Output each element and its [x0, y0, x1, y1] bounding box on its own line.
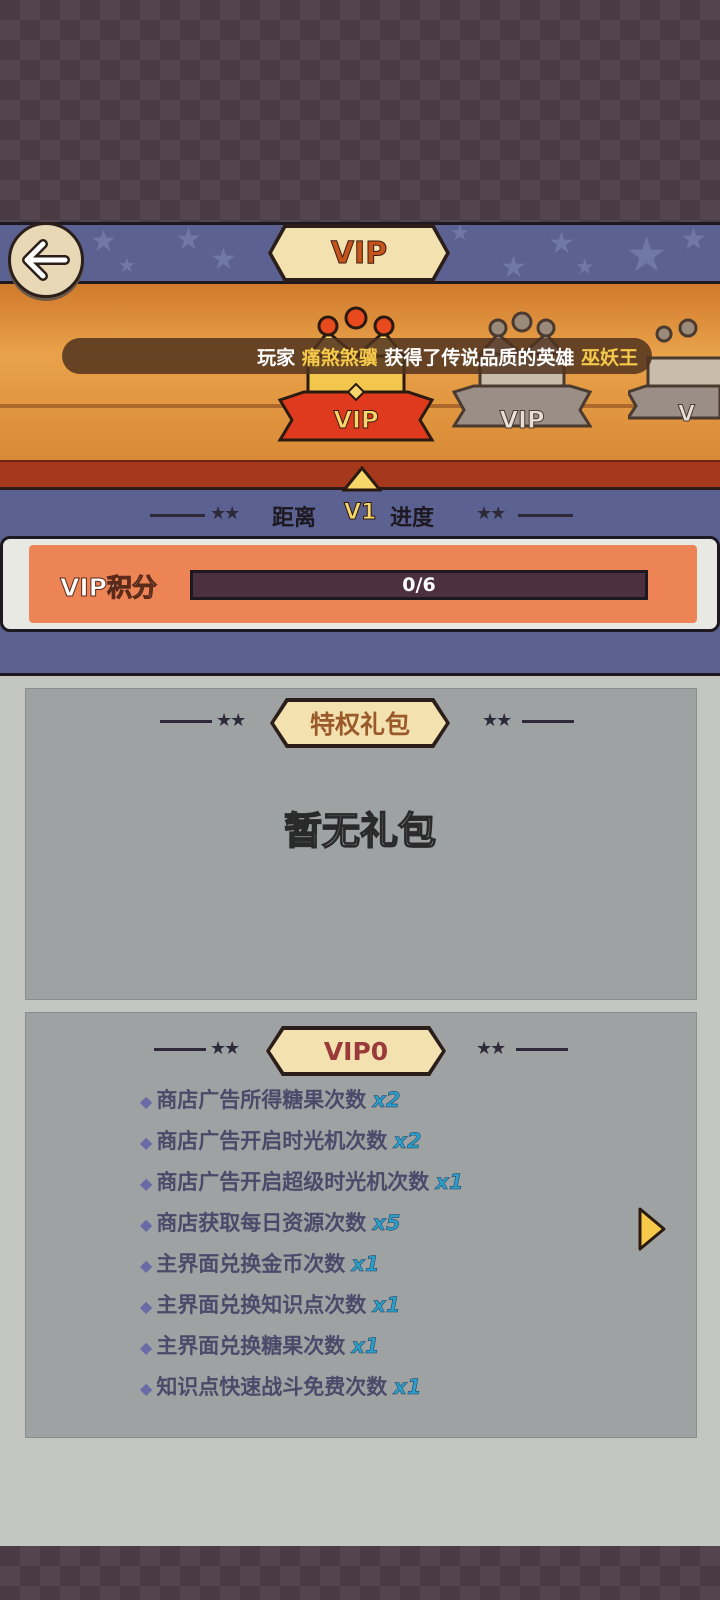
star-decoration: ★: [118, 253, 136, 277]
vip-points-value: 0/6: [402, 574, 436, 596]
star-decoration: ★: [625, 227, 669, 283]
perks-title: VIP0: [270, 1030, 442, 1072]
perk-multiplier: x1: [393, 1375, 422, 1400]
star-decoration: ★: [575, 255, 595, 280]
divider: [516, 1048, 568, 1051]
diamond-icon: ◆: [140, 1297, 153, 1316]
perk-text: 商店广告开启时光机次数: [156, 1129, 388, 1153]
perk-multiplier: x1: [372, 1293, 401, 1318]
star-decoration: ★★: [210, 503, 240, 524]
star-decoration: ★★: [476, 1038, 506, 1059]
perk-item: ◆ 主界面兑换糖果次数 x1: [140, 1330, 380, 1360]
star-decoration: ★: [210, 242, 237, 277]
perk-multiplier: x2: [393, 1129, 422, 1154]
diamond-icon: ◆: [140, 1338, 153, 1357]
perk-text: 主界面兑换糖果次数: [156, 1334, 346, 1358]
gift-title: 特权礼包: [274, 702, 446, 744]
divider: [150, 514, 205, 517]
diamond-icon: ◆: [140, 1256, 153, 1275]
perk-text: 商店广告所得糖果次数: [156, 1088, 367, 1112]
star-decoration: ★★: [216, 710, 246, 731]
perk-item: ◆ 商店获取每日资源次数 x5: [140, 1207, 401, 1237]
top-background: [0, 0, 720, 222]
perk-multiplier: x5: [372, 1211, 401, 1236]
notice-middle: 获得了传说品质的英雄: [384, 346, 575, 369]
perk-item: ◆ 主界面兑换金币次数 x1: [140, 1248, 380, 1278]
progress-heading-left: 距离: [272, 506, 317, 531]
diamond-icon: ◆: [140, 1174, 153, 1193]
vip-points-label: VIP积分: [60, 573, 158, 603]
perks-title-ribbon: VIP0: [266, 1026, 446, 1076]
perk-text: 商店获取每日资源次数: [156, 1211, 367, 1235]
notice-prefix: 玩家: [257, 346, 296, 369]
perk-text: 知识点快速战斗免费次数: [156, 1375, 388, 1399]
broadcast-notice: 玩家 痛煞煞骥 获得了传说品质的英雄 巫妖王: [62, 338, 652, 374]
diamond-icon: ◆: [140, 1215, 153, 1234]
star-decoration: ★: [500, 250, 527, 284]
page-title: VIP: [272, 228, 446, 278]
star-decoration: ★★: [210, 1038, 240, 1059]
perk-multiplier: x1: [435, 1170, 464, 1195]
title-ribbon: VIP: [268, 224, 450, 282]
perk-item: ◆ 知识点快速战斗免费次数 x1: [140, 1371, 422, 1401]
perk-multiplier: x1: [351, 1252, 380, 1277]
crown-label: VIP: [499, 406, 545, 435]
perk-text: 主界面兑换知识点次数: [156, 1293, 367, 1317]
perk-multiplier: x2: [372, 1088, 401, 1113]
chevron-right-icon: [638, 1207, 666, 1251]
perk-item: ◆ 主界面兑换知识点次数 x1: [140, 1289, 401, 1319]
crown-label: V: [678, 402, 696, 428]
progress-heading-right: 进度: [390, 506, 435, 531]
star-decoration: ★: [680, 222, 707, 257]
star-decoration: ★: [450, 222, 470, 246]
perk-item: ◆ 商店广告开启超级时光机次数 x1: [140, 1166, 464, 1196]
divider: [518, 514, 573, 517]
back-button[interactable]: [8, 222, 84, 298]
gift-empty-text: 暂无礼包: [283, 808, 437, 854]
perk-item: ◆ 商店广告开启时光机次数 x2: [140, 1125, 422, 1155]
star-decoration: ★: [175, 222, 202, 257]
perk-text: 主界面兑换金币次数: [156, 1252, 346, 1276]
perk-multiplier: x1: [351, 1334, 380, 1359]
perk-item: ◆ 商店广告所得糖果次数 x2: [140, 1084, 401, 1114]
star-decoration: ★★: [476, 503, 506, 524]
selector-arrow-icon: [342, 466, 382, 492]
gift-title-ribbon: 特权礼包: [270, 698, 450, 748]
next-level-button[interactable]: [636, 1206, 668, 1252]
vip-points-progress-bar: 0/6: [190, 570, 648, 600]
divider: [522, 720, 574, 723]
diamond-icon: ◆: [140, 1092, 153, 1111]
diamond-icon: ◆: [140, 1379, 153, 1398]
star-decoration: ★: [548, 226, 575, 261]
progress-level: V1: [343, 500, 377, 526]
star-decoration: ★★: [482, 710, 512, 731]
divider: [154, 1048, 206, 1051]
star-decoration: ★: [90, 224, 117, 259]
arrow-left-icon: [22, 239, 70, 281]
notice-hero-name: 巫妖王: [580, 346, 638, 369]
perk-text: 商店广告开启超级时光机次数: [156, 1170, 430, 1194]
divider: [160, 720, 212, 723]
bottom-background: [0, 1546, 720, 1600]
notice-player-name: 痛煞煞骥: [301, 346, 378, 369]
diamond-icon: ◆: [140, 1133, 153, 1152]
crown-label: VIP: [333, 406, 379, 435]
